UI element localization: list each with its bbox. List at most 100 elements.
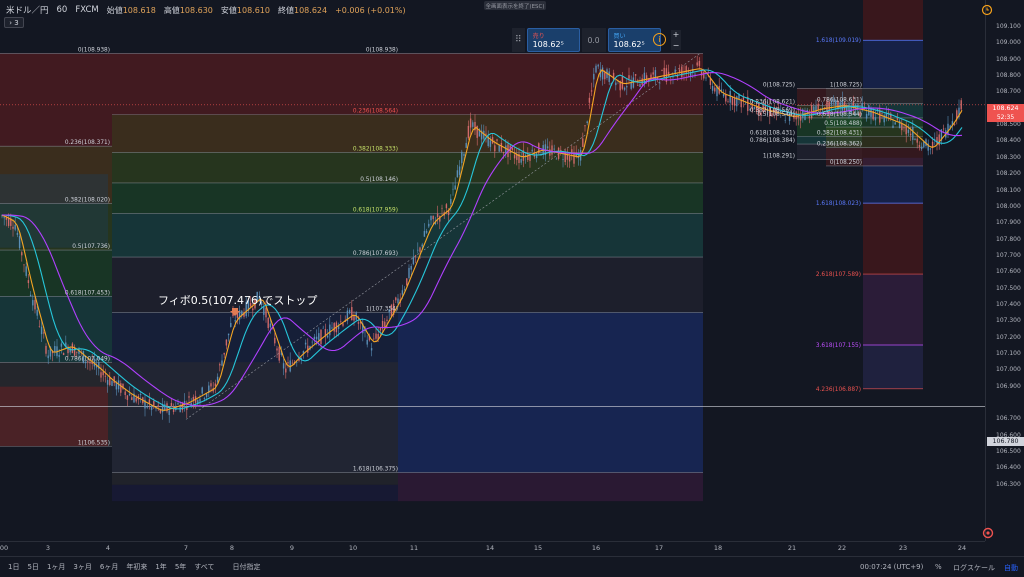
fib-level-label: 1.618(106.375) bbox=[353, 467, 398, 473]
time-axis[interactable]: 00 3 4 7 8 9 10 11 14 15 16 17 18 21 22 23 24 bbox=[0, 541, 985, 556]
low-value: 108.610 bbox=[236, 5, 270, 15]
time-tick: 8 bbox=[229, 544, 235, 552]
buy-price: 108.62⁵ bbox=[613, 40, 645, 49]
fib-band bbox=[112, 152, 703, 183]
price-tick: 108.500 bbox=[996, 121, 1021, 129]
low-label: 安値 bbox=[220, 5, 237, 15]
range-button[interactable]: 6ヶ月 bbox=[96, 562, 122, 572]
chart-annotation[interactable]: フィボ0.5(107.476)でストップ bbox=[158, 292, 317, 308]
price-tick: 106.700 bbox=[996, 415, 1021, 423]
price-tick: 106.300 bbox=[996, 480, 1021, 488]
fib-extension-band bbox=[863, 40, 923, 89]
price-tick: 108.000 bbox=[996, 202, 1021, 210]
indicator-collapse-button[interactable]: › 3 bbox=[4, 17, 24, 28]
time-tick: 14 bbox=[485, 544, 495, 552]
fib-level-label: 1(108.291) bbox=[763, 153, 795, 159]
price-axis[interactable]: 109.100 109.000 108.900 108.800 108.700 108.6… bbox=[981, 0, 1024, 541]
range-button[interactable]: 5年 bbox=[171, 562, 190, 572]
buy-label: 買い bbox=[613, 33, 626, 40]
fib-level-label: 0.618(108.431) bbox=[750, 130, 795, 136]
sell-button[interactable]: 売り 108.62⁵ bbox=[526, 28, 580, 52]
fib-extension-band bbox=[863, 345, 923, 389]
range-button[interactable]: 1年 bbox=[151, 562, 170, 572]
fib-level-label: 1(108.725) bbox=[830, 82, 862, 88]
log-scale-toggle[interactable]: ログスケール bbox=[953, 563, 995, 573]
timezone-clock[interactable]: 00:07:24 (UTC+9) bbox=[860, 563, 923, 571]
price-tick: 108.400 bbox=[996, 137, 1021, 145]
time-tick: 9 bbox=[289, 544, 295, 552]
price-tick: 106.900 bbox=[996, 382, 1021, 390]
time-tick: 24 bbox=[957, 544, 967, 552]
spread-value: 0.0 bbox=[581, 28, 606, 52]
exit-fullscreen-button[interactable]: 全画面表示を終了(ESC) bbox=[484, 1, 546, 10]
fib-level-label: 0.786(108.384) bbox=[750, 138, 795, 144]
time-tick: 22 bbox=[837, 544, 847, 552]
drag-handle-icon[interactable]: ⠿ bbox=[512, 28, 525, 52]
fib-extension-band bbox=[863, 203, 923, 275]
fib-extension-label: 1.618(109.019) bbox=[816, 38, 861, 44]
info-icon[interactable]: i bbox=[653, 33, 666, 46]
fib-extension-band bbox=[863, 274, 923, 346]
price-tick: 107.800 bbox=[996, 235, 1021, 243]
price-tick: 106.400 bbox=[996, 464, 1021, 472]
range-button[interactable]: 1ヶ月 bbox=[43, 562, 69, 572]
price-tick: 107.400 bbox=[996, 300, 1021, 308]
fib-band bbox=[112, 53, 703, 115]
fib-level-label: 0.5(107.736) bbox=[72, 244, 110, 250]
fib-band bbox=[112, 213, 703, 258]
fib-extension-label: 2.618(107.589) bbox=[816, 272, 861, 278]
close-value: 108.624 bbox=[294, 5, 328, 15]
minus-icon[interactable]: − bbox=[673, 41, 680, 50]
price-tick: 106.500 bbox=[996, 448, 1021, 456]
high-label: 高値 bbox=[163, 5, 180, 15]
current-price-tag: 108.624 bbox=[987, 104, 1024, 113]
price-tick: 107.200 bbox=[996, 333, 1021, 341]
range-button[interactable]: すべて bbox=[190, 562, 218, 572]
chart-plot-area[interactable]: 0(108.938) 0.236(108.371) 0.382(108.020) 0.… bbox=[0, 0, 985, 541]
price-tick: 108.900 bbox=[996, 55, 1021, 63]
time-tick: 15 bbox=[533, 544, 543, 552]
quantity-stepper[interactable]: + − bbox=[671, 30, 681, 50]
clock-alert-icon[interactable] bbox=[981, 4, 993, 16]
fib-level-label: 0.236(108.564) bbox=[353, 109, 398, 115]
goto-date-button[interactable]: 日付指定 bbox=[233, 562, 261, 572]
price-tick: 107.700 bbox=[996, 251, 1021, 259]
price-tick: 107.900 bbox=[996, 219, 1021, 227]
symbol-name[interactable]: 米ドル／円 bbox=[6, 4, 49, 16]
interval[interactable]: 60 bbox=[57, 5, 68, 15]
close-label: 終値 bbox=[278, 5, 294, 15]
price-tick: 107.100 bbox=[996, 350, 1021, 357]
settings-icon[interactable] bbox=[982, 527, 994, 539]
time-tick: 21 bbox=[787, 544, 797, 552]
percent-scale-toggle[interactable]: % bbox=[935, 563, 942, 571]
fib-level-label: 0.236(108.371) bbox=[65, 140, 110, 146]
fib-level-label: 0.236(108.621) bbox=[750, 99, 795, 105]
auto-scale-toggle[interactable]: 自動 bbox=[1004, 563, 1018, 573]
price-tick: 109.000 bbox=[996, 39, 1021, 47]
price-tick: 107.000 bbox=[996, 366, 1021, 374]
fib-band bbox=[112, 182, 703, 214]
fib-level-label: 0(108.938) bbox=[366, 47, 398, 53]
range-button[interactable]: 3ヶ月 bbox=[69, 562, 95, 572]
fib-level-label: 0.618(107.959) bbox=[353, 208, 398, 214]
fib-level-label: 0.786(108.631) bbox=[817, 98, 862, 104]
time-tick: 18 bbox=[713, 544, 723, 552]
trade-panel: ⠿ 売り 108.62⁵ 0.0 買い 108.62⁵ bbox=[512, 28, 661, 52]
horizontal-line-price-tag: 106.780 bbox=[987, 437, 1024, 446]
range-button[interactable]: 5日 bbox=[23, 562, 42, 572]
range-button[interactable]: 年初来 bbox=[122, 562, 151, 572]
fib-level-label: 0.786(107.049) bbox=[65, 356, 110, 362]
range-button[interactable]: 1日 bbox=[4, 562, 23, 572]
price-tick: 108.300 bbox=[996, 153, 1021, 161]
time-tick: 23 bbox=[898, 544, 908, 552]
fib-level-label: 1(107.354) bbox=[366, 306, 398, 312]
time-tick: 17 bbox=[654, 544, 664, 552]
open-value: 108.618 bbox=[122, 5, 156, 15]
plus-icon[interactable]: + bbox=[673, 30, 680, 39]
price-tick: 108.800 bbox=[996, 72, 1021, 80]
sell-label: 売り bbox=[532, 33, 545, 40]
fib-level-label: 0.618(107.453) bbox=[65, 290, 110, 296]
bar-countdown: 52:35 bbox=[987, 113, 1024, 122]
price-tick: 107.600 bbox=[996, 268, 1021, 276]
fib-extension-label: 3.618(107.155) bbox=[816, 343, 861, 349]
